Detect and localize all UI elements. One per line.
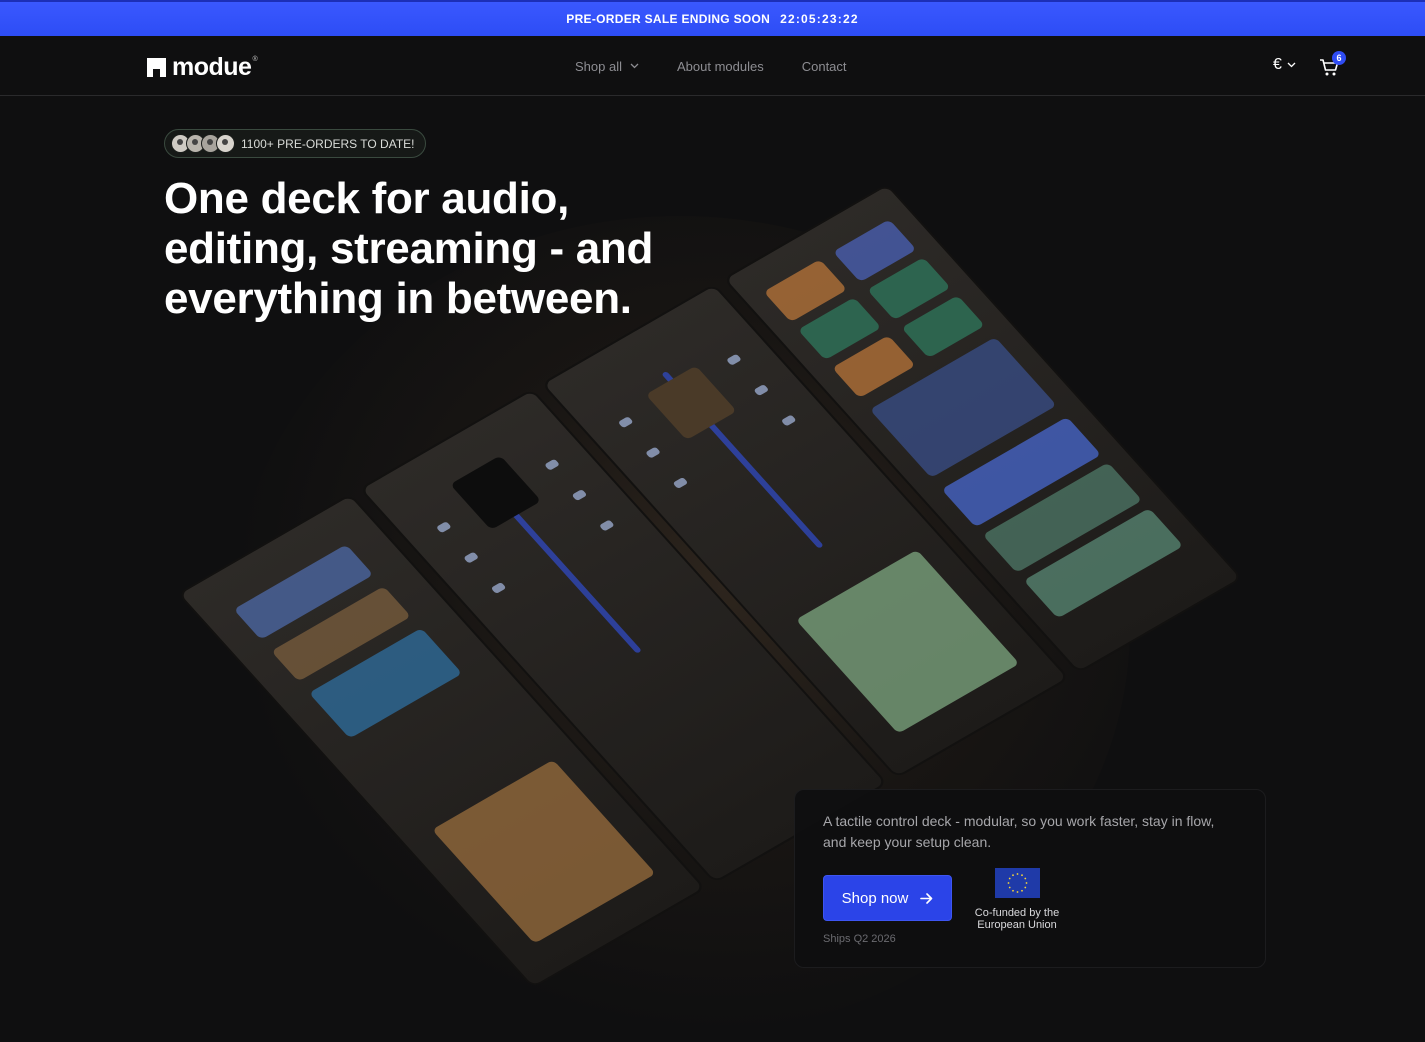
nav-shop-all-label: Shop all	[575, 58, 622, 74]
currency-selector[interactable]: €	[1273, 56, 1296, 74]
led	[598, 519, 615, 532]
led	[753, 384, 770, 397]
led	[490, 581, 507, 595]
nav-contact-label: Contact	[801, 58, 847, 74]
currency-symbol: €	[1273, 56, 1282, 73]
led	[463, 551, 480, 564]
led	[780, 414, 797, 427]
announcement-bar: PRE-ORDER SALE ENDING SOON 22:05:23:22	[0, 0, 1425, 36]
site-header: modue ® Shop all About modules Contact €	[0, 36, 1425, 96]
avatar	[216, 134, 235, 153]
nav-shop-all[interactable]: Shop all	[575, 59, 639, 74]
countdown-timer: 22:05:23:22	[780, 12, 859, 26]
logo-text: modue	[172, 52, 252, 81]
led	[672, 476, 689, 490]
nav-contact[interactable]: Contact	[802, 59, 847, 74]
hero-cta-card: A tactile control deck - modular, so you…	[794, 789, 1266, 968]
led	[617, 416, 634, 429]
eu-funding-badge: Co-funded by the European Union	[969, 868, 1065, 931]
led	[571, 489, 588, 502]
main-nav: Shop all About modules Contact	[575, 36, 847, 96]
sale-text: PRE-ORDER SALE ENDING SOON	[566, 12, 771, 26]
eu-flag-icon	[994, 868, 1040, 898]
arrow-right-icon	[920, 892, 933, 904]
led	[544, 458, 561, 471]
shop-now-button[interactable]: Shop now	[823, 875, 952, 921]
fader-knob	[645, 365, 737, 441]
hero-headline: One deck for audio, editing, streaming -…	[164, 174, 654, 323]
led	[645, 446, 661, 459]
eu-funding-text: Co-funded by the European Union	[974, 907, 1060, 931]
logo[interactable]: modue ®	[147, 52, 258, 81]
logo-registered-mark: ®	[252, 55, 258, 63]
preorders-text: 1100+ PRE-ORDERS TO DATE!	[241, 136, 415, 151]
preorders-badge: 1100+ PRE-ORDERS TO DATE!	[164, 129, 426, 158]
chevron-down-icon	[1287, 62, 1296, 68]
nav-about-modules-label: About modules	[676, 58, 764, 74]
led	[726, 353, 742, 366]
led	[435, 521, 452, 534]
nav-about-modules[interactable]: About modules	[677, 59, 764, 74]
cart-count-badge: 6	[1332, 51, 1346, 65]
logo-mark-icon	[147, 57, 166, 77]
media-tile	[795, 549, 1020, 734]
shop-now-label: Shop now	[841, 889, 909, 907]
chevron-down-icon	[630, 63, 639, 69]
shipping-note: Ships Q2 2026	[823, 933, 896, 945]
hero-description: A tactile control deck - modular, so you…	[823, 813, 1215, 850]
customer-avatars	[171, 134, 235, 153]
fader-knob	[450, 455, 542, 530]
